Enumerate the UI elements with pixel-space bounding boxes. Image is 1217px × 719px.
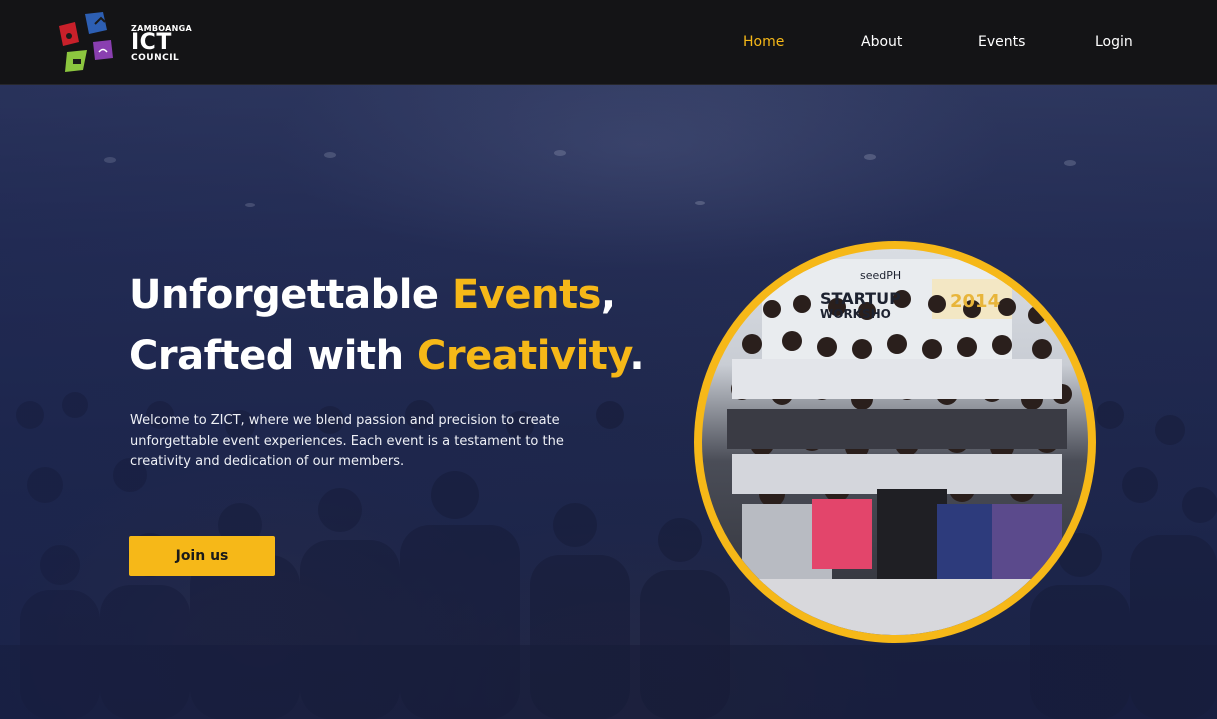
logo-text: ZAMBOANGA ICT COUNCIL xyxy=(131,24,192,63)
banner-title-text: STARTUP xyxy=(820,289,901,308)
headline-accent-events: Events xyxy=(451,272,601,318)
headline-comma: , xyxy=(600,272,616,318)
event-group-photo: seedPH STARTUP WORKSHO 2014 xyxy=(702,249,1088,635)
top-nav-bar: ZAMBOANGA ICT COUNCIL Home About Events … xyxy=(0,0,1217,85)
hero-description: Welcome to ZICT, where we blend passion … xyxy=(130,413,564,469)
banner-sub-text: WORKSHO xyxy=(820,307,891,321)
zamboanga-ict-council-logo[interactable]: ZAMBOANGA ICT COUNCIL xyxy=(57,12,207,74)
headline-accent-creativity: Creativity xyxy=(416,333,630,379)
nav-events-link[interactable]: Events xyxy=(978,34,1025,50)
event-photo-frame: seedPH STARTUP WORKSHO 2014 xyxy=(694,241,1096,643)
hero-headline: Unforgettable Events, Crafted with Creat… xyxy=(129,265,689,387)
banner-year-text: 2014 xyxy=(950,291,1001,312)
nav-home-link[interactable]: Home xyxy=(743,34,784,50)
logo-mark-icon xyxy=(59,12,113,72)
nav-about-link[interactable]: About xyxy=(861,34,902,50)
headline-text-2: Crafted with xyxy=(129,333,417,379)
banner-brand-text: seedPH xyxy=(860,269,902,282)
logo-main-text: ICT xyxy=(131,30,172,55)
logo-bottom-text: COUNCIL xyxy=(131,53,180,63)
join-us-button[interactable]: Join us xyxy=(129,536,275,576)
hero-section: Unforgettable Events, Crafted with Creat… xyxy=(0,85,1217,719)
headline-period: . xyxy=(629,333,645,379)
nav-login-link[interactable]: Login xyxy=(1095,34,1133,50)
headline-text-1: Unforgettable xyxy=(129,272,452,318)
